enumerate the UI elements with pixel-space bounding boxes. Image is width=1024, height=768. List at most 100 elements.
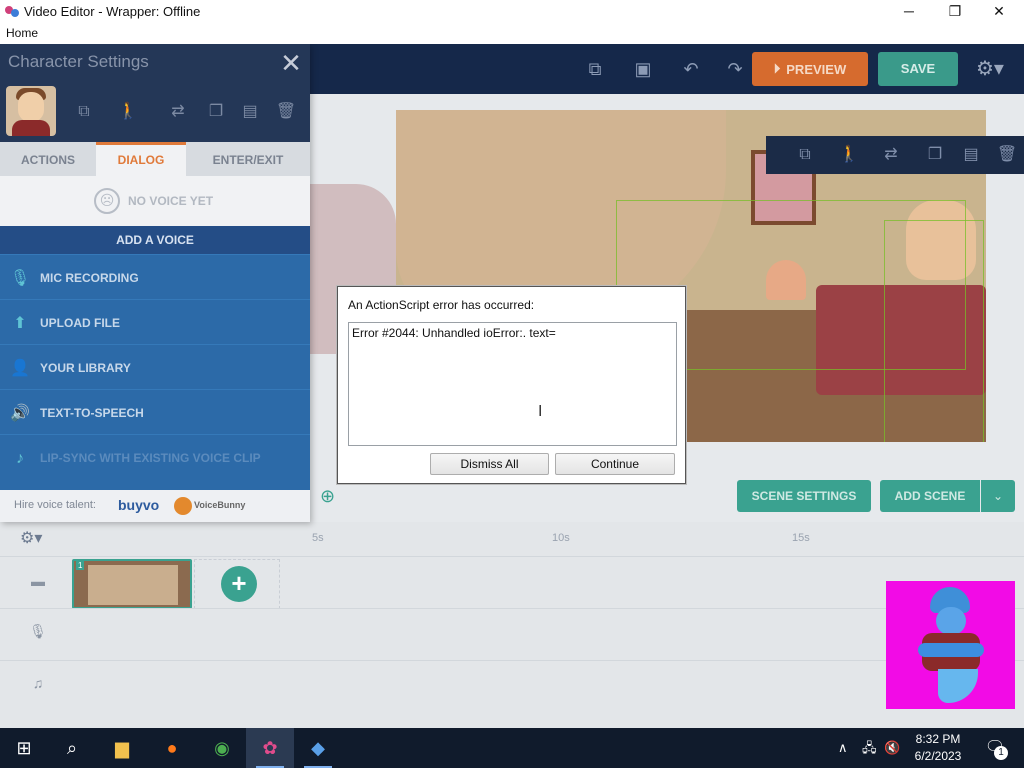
paste-icon[interactable]: ▤ <box>958 142 984 168</box>
voice-option-label: LIP-SYNC WITH EXISTING VOICE CLIP <box>40 451 261 465</box>
wrapper-offline-icon[interactable]: ◆ <box>294 728 342 768</box>
panel-title: Character Settings <box>8 52 149 71</box>
chevron-up-icon[interactable]: ∧ <box>838 728 848 768</box>
add-scene-dropdown-button[interactable]: ⌄ <box>981 480 1015 512</box>
window-titlebar: Video Editor - Wrapper: Offline ─ ❐ ✕ <box>0 0 1024 24</box>
voice-track-icon: 🎙 <box>29 623 47 639</box>
music-track: ♫ <box>0 660 1024 712</box>
ruler-tick: 10s <box>552 532 570 544</box>
paste-icon[interactable]: ▤ <box>238 100 262 124</box>
timeline: ⚙▾ 5s 10s 15s ▬ 1 + 🎙 ♫ <box>0 522 1024 728</box>
video-track-icon: ▬ <box>31 573 45 589</box>
voice-option-upload-file[interactable]: ⬆ UPLOAD FILE <box>0 299 310 344</box>
voicebunny-logo-icon[interactable] <box>174 497 192 515</box>
copy-icon[interactable]: ❐ <box>922 142 948 168</box>
copy-icon[interactable]: ❐ <box>204 100 228 124</box>
timeline-tracks: ▬ 1 + 🎙 ♫ <box>0 556 1024 728</box>
add-scene-slot[interactable]: + <box>194 559 280 609</box>
tab-dialog[interactable]: DIALOG <box>96 142 186 176</box>
tab-enter-exit[interactable]: ENTER/EXIT <box>186 142 310 176</box>
no-voice-label: NO VOICE YET <box>128 194 214 208</box>
settings-gear-icon[interactable]: ⚙▾ <box>976 56 1012 82</box>
system-clock[interactable]: 8:32 PM 6/2/2023 <box>908 731 968 765</box>
redo-icon[interactable]: ↷ <box>722 56 748 82</box>
zoom-in-icon[interactable]: ⊕ <box>320 486 344 510</box>
voice-option-mic-recording[interactable]: 🎙 MIC RECORDING <box>0 254 310 299</box>
scene-number: 1 <box>76 561 85 570</box>
trash-icon[interactable]: 🗑 <box>274 100 298 124</box>
lipsync-icon: ♪ <box>16 450 24 467</box>
swap-character-icon[interactable]: ⧉ <box>72 100 96 124</box>
character-floating-toolbar: ⧉ 🚶 ⇄ ❐ ▤ 🗑 <box>766 136 1024 174</box>
paste-icon[interactable]: ▣ <box>630 56 656 82</box>
maximize-button[interactable]: ❐ <box>932 0 978 24</box>
character-avatar[interactable] <box>6 86 56 136</box>
ruler-tick: 5s <box>312 532 324 544</box>
save-button[interactable]: SAVE <box>878 52 958 86</box>
avatar-shirt <box>12 120 50 136</box>
timeline-settings-gear-icon[interactable]: ⚙▾ <box>20 528 56 552</box>
scene-settings-button[interactable]: SCENE SETTINGS <box>737 480 871 512</box>
voice-option-your-library[interactable]: 👤 YOUR LIBRARY <box>0 344 310 389</box>
trash-icon[interactable]: 🗑 <box>994 142 1020 168</box>
genie-arms <box>918 643 984 657</box>
undo-icon[interactable]: ↶ <box>678 56 704 82</box>
minimize-button[interactable]: ─ <box>886 0 932 24</box>
chrome-icon[interactable]: ◉ <box>198 728 246 768</box>
network-icon[interactable]: 🖧 <box>862 728 877 768</box>
volume-muted-icon[interactable]: 🔇 <box>884 728 900 768</box>
continue-button[interactable]: Continue <box>555 453 675 475</box>
flip-icon[interactable]: ⇄ <box>166 100 190 124</box>
dismiss-all-button[interactable]: Dismiss All <box>430 453 549 475</box>
voice-option-label: YOUR LIBRARY <box>40 361 131 375</box>
walk-icon[interactable]: 🚶 <box>836 142 862 168</box>
character-settings-panel: Character Settings ✕ ⧉ 🚶 ⇄ ❐ ▤ 🗑 ACTIONS… <box>0 44 310 522</box>
menu-bar: Home <box>0 24 1024 44</box>
voice-option-lip-sync: ♪ LIP-SYNC WITH EXISTING VOICE CLIP <box>0 434 310 479</box>
voice-track: 🎙 <box>0 608 1024 660</box>
menu-home[interactable]: Home <box>6 26 38 40</box>
voicebunny-logo[interactable]: VoiceBunny <box>194 500 245 510</box>
firefox-icon[interactable]: ● <box>148 728 196 768</box>
swap-icon[interactable]: ⧉ <box>792 142 818 168</box>
text-to-speech-icon: 🔊 <box>10 405 30 422</box>
upload-icon: ⬆ <box>13 315 27 332</box>
library-icon: 👤 <box>10 360 30 377</box>
panel-tools: ⧉ 🚶 ⇄ ❐ ▤ 🗑 <box>0 86 310 142</box>
file-explorer-icon[interactable]: ▆ <box>98 728 146 768</box>
preview-button[interactable]: ⏵ PREVIEW <box>752 52 868 86</box>
tab-actions[interactable]: ACTIONS <box>0 142 96 176</box>
walk-icon[interactable]: 🚶 <box>116 100 140 124</box>
voice-option-label: UPLOAD FILE <box>40 316 120 330</box>
sad-face-icon: ☹ <box>94 188 120 214</box>
plus-icon[interactable]: + <box>221 566 257 602</box>
windows-start-icon[interactable]: ⊞ <box>0 728 48 768</box>
close-panel-icon[interactable]: ✕ <box>278 48 304 78</box>
clock-date: 6/2/2023 <box>914 749 962 763</box>
video-track: ▬ 1 + <box>0 556 1024 609</box>
close-window-button[interactable]: ✕ <box>976 0 1022 24</box>
scene-thumbnail[interactable]: 1 <box>72 559 192 609</box>
copy-icon[interactable]: ⧉ <box>582 56 608 82</box>
notification-center-icon[interactable]: 🗨1 <box>980 734 1010 762</box>
preview-label: PREVIEW <box>786 61 847 77</box>
buyvo-logo[interactable]: buyvo <box>118 497 159 513</box>
add-scene-button[interactable]: ADD SCENE <box>880 480 980 512</box>
panel-tabs: ACTIONS DIALOG ENTER/EXIT <box>0 142 310 176</box>
error-details-textarea[interactable]: Error #2044: Unhandled ioError:. text= <box>348 322 677 446</box>
avatar-face <box>18 92 44 122</box>
window-title: Video Editor - Wrapper: Offline <box>24 4 201 19</box>
genie-head <box>936 607 966 635</box>
windows-taskbar: ⊞ ⌕ ▆ ● ◉ ✿ ◆ ∧ 🖧 🔇 8:32 PM 6/2/2023 🗨1 <box>0 728 1024 768</box>
actionscript-error-dialog: An ActionScript error has occurred: Erro… <box>337 286 686 484</box>
timeline-ruler: 5s 10s 15s <box>72 528 1024 552</box>
no-voice-status: ☹ NO VOICE YET <box>0 176 310 226</box>
app-logo-icon <box>5 6 19 17</box>
flip-icon[interactable]: ⇄ <box>878 142 904 168</box>
wrapper-app-icon[interactable]: ✿ <box>246 728 294 768</box>
voice-option-text-to-speech[interactable]: 🔊 TEXT-TO-SPEECH <box>0 389 310 434</box>
error-message: An ActionScript error has occurred: <box>348 298 535 312</box>
selection-box-secondary <box>884 220 984 442</box>
search-icon[interactable]: ⌕ <box>48 728 96 768</box>
mic-icon: 🎙 <box>9 270 31 287</box>
